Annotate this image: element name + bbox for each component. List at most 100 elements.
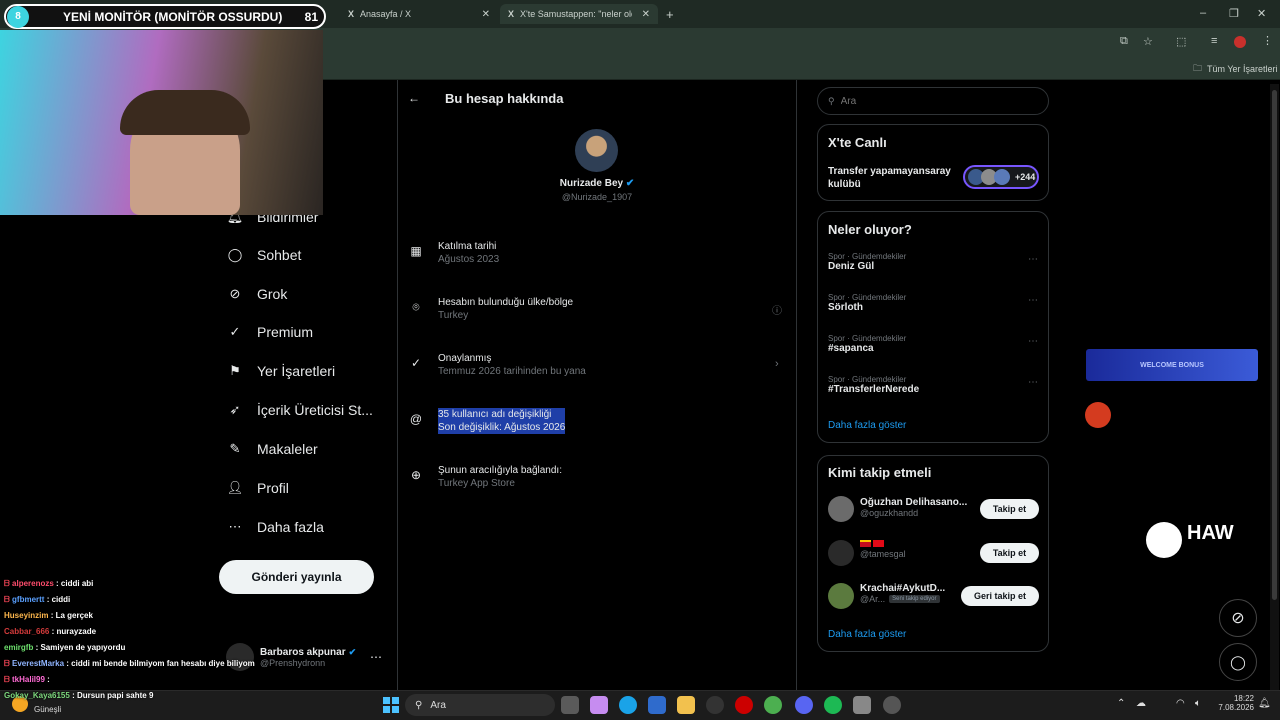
obs-icon[interactable] bbox=[883, 696, 901, 714]
avatar[interactable] bbox=[828, 496, 854, 522]
chat-bubble-icon: ◯ bbox=[227, 247, 243, 262]
notifications-icon[interactable]: 🔔︎ bbox=[1258, 698, 1271, 709]
more-options-icon[interactable]: ⋯ bbox=[1028, 336, 1038, 347]
back-arrow-icon[interactable]: ← bbox=[408, 91, 420, 105]
avatar[interactable] bbox=[828, 583, 854, 609]
reading-list-icon[interactable]: ≡ bbox=[1211, 35, 1217, 47]
search-input[interactable] bbox=[840, 95, 1021, 107]
trend-item[interactable]: Spor · Gündemdekiler #TransferlerNerede … bbox=[828, 375, 1038, 395]
messages-floating-button[interactable]: ◯ bbox=[1219, 643, 1257, 681]
nav-label: Sohbet bbox=[257, 247, 302, 263]
clock[interactable]: 18:22 7.08.2026 bbox=[1210, 694, 1254, 712]
search-icon: ⚲ bbox=[415, 699, 423, 711]
star-icon[interactable]: ☆ bbox=[1143, 35, 1153, 48]
profile-avatar[interactable] bbox=[575, 129, 618, 172]
mail-icon[interactable] bbox=[648, 696, 666, 714]
show-more-suggestions-link[interactable]: Daha fazla göster bbox=[828, 629, 906, 640]
nav-chat[interactable]: ◯ Sohbet bbox=[227, 241, 302, 269]
maximize-icon[interactable]: ❐ bbox=[1229, 7, 1239, 20]
follow-button[interactable]: Takip et bbox=[980, 543, 1039, 563]
x-logo-icon: X bbox=[348, 9, 355, 19]
spotify-icon[interactable] bbox=[824, 696, 842, 714]
extensions-icon[interactable]: ⬚ bbox=[1176, 35, 1186, 48]
more-options-icon[interactable]: ⋯ bbox=[1028, 254, 1038, 265]
chat-bubble-icon: ◯ bbox=[1230, 653, 1246, 670]
xbox-icon[interactable] bbox=[706, 696, 724, 714]
settings-icon[interactable] bbox=[853, 696, 871, 714]
nav-profile[interactable]: 👤︎ Profil bbox=[227, 474, 289, 502]
info-icon[interactable]: ⓘ bbox=[772, 302, 782, 317]
article-icon: ✎ bbox=[229, 441, 241, 456]
close-tab-icon[interactable]: ✕ bbox=[642, 9, 650, 20]
taskbar-search[interactable]: ⚲ Ara bbox=[405, 694, 555, 716]
chevron-right-icon: › bbox=[775, 358, 779, 370]
suggestion-name: Oğuzhan Delihasano... bbox=[860, 497, 968, 508]
task-view-icon[interactable] bbox=[561, 696, 579, 714]
onedrive-icon[interactable]: ☁ bbox=[1136, 698, 1146, 709]
volume-icon[interactable]: 🔈︎ bbox=[1195, 698, 1201, 709]
nav-more[interactable]: ⋯ Daha fazla bbox=[227, 513, 324, 541]
live-event-title[interactable]: Transfer yapamayansaray kulübü bbox=[828, 165, 958, 191]
minimize-icon[interactable]: – bbox=[1200, 7, 1206, 19]
new-tab-icon[interactable]: + bbox=[666, 7, 674, 22]
nav-articles[interactable]: ✎ Makaleler bbox=[227, 435, 318, 463]
close-window-icon[interactable]: ✕ bbox=[1257, 7, 1266, 20]
grok-floating-button[interactable]: ⊘ bbox=[1219, 599, 1257, 637]
chat-user: alperenozs bbox=[12, 579, 54, 588]
stream-count: 81 bbox=[304, 9, 318, 24]
trends-title: Neler oluyor? bbox=[828, 222, 912, 237]
scrollbar-thumb[interactable] bbox=[1272, 90, 1277, 600]
discord-icon[interactable] bbox=[795, 696, 813, 714]
tab-anasayfa[interactable]: X Anasayfa / X ✕ bbox=[340, 4, 498, 24]
page-title: Bu hesap hakkında bbox=[445, 91, 564, 106]
account-more-icon[interactable]: ⋯ bbox=[370, 650, 382, 664]
search-box[interactable]: ⚲ bbox=[817, 87, 1049, 115]
profile-avatar[interactable] bbox=[1234, 36, 1246, 48]
nav-bookmarks[interactable]: ⚑ Yer İşaretleri bbox=[227, 357, 335, 385]
flags-row bbox=[860, 540, 970, 547]
info-row-verified[interactable]: ✓ Onaylanmış Temmuz 2026 tarihinden bu ya… bbox=[408, 352, 798, 378]
suggestion-info[interactable]: Oğuzhan Delihasano... @oguzkhandd bbox=[860, 497, 970, 518]
streamer-logo-icon bbox=[1085, 402, 1111, 428]
live-listeners[interactable]: +244 bbox=[963, 165, 1039, 189]
chat-text: : Dursun papi sahte 9 bbox=[72, 691, 154, 700]
nav-creator-studio[interactable]: ➶ İçerik Üreticisi St... bbox=[227, 396, 373, 424]
chevron-up-icon[interactable]: ⌃ bbox=[1117, 698, 1125, 709]
file-explorer-icon[interactable] bbox=[677, 696, 695, 714]
menu-icon[interactable]: ⋮ bbox=[1262, 34, 1273, 47]
nav-grok[interactable]: ⊘ Grok bbox=[227, 280, 288, 308]
trend-item[interactable]: Spor · Gündemdekiler #sapanca ⋯ bbox=[828, 334, 1038, 354]
more-options-icon[interactable]: ⋯ bbox=[1028, 377, 1038, 388]
chat-text: : ciddi abi bbox=[56, 579, 94, 588]
scrollbar[interactable] bbox=[1270, 84, 1279, 690]
folder-icon: 🗀 bbox=[1193, 63, 1203, 73]
trend-item[interactable]: Spor · Gündemdekiler Sörloth ⋯ bbox=[828, 293, 1038, 313]
close-tab-icon[interactable]: ✕ bbox=[482, 9, 490, 20]
edge-icon[interactable] bbox=[619, 696, 637, 714]
taskbar-search-label: Ara bbox=[430, 699, 446, 711]
stream-title-bar: 8 YENİ MONİTÖR (MONİTÖR OSSURDU) 81 bbox=[4, 4, 326, 29]
chrome-icon[interactable] bbox=[764, 696, 782, 714]
cast-icon[interactable]: ⧉ bbox=[1120, 35, 1128, 48]
suggestion-info[interactable]: Krachai#AykutD... @Ar... Seni takip ediy… bbox=[860, 583, 960, 604]
nav-label: Yer İşaretleri bbox=[257, 363, 336, 379]
suggestion-info[interactable]: @tamesgal bbox=[860, 540, 970, 559]
tab-samustappen[interactable]: X X'te Samustappen: "neler oldu ! ✕ bbox=[500, 4, 658, 24]
copilot-icon[interactable] bbox=[590, 696, 608, 714]
wifi-icon[interactable]: ◠ bbox=[1176, 698, 1185, 709]
all-bookmarks-folder[interactable]: 🗀 Tüm Yer İşaretleri bbox=[1193, 61, 1278, 77]
follow-button[interactable]: Takip et bbox=[980, 499, 1039, 519]
show-more-trends-link[interactable]: Daha fazla göster bbox=[828, 420, 906, 431]
avatar[interactable] bbox=[828, 540, 854, 566]
trend-meta: Spor · Gündemdekiler bbox=[828, 375, 907, 384]
post-button[interactable]: Gönderi yayınla bbox=[219, 560, 374, 594]
trend-item[interactable]: Spor · Gündemdekiler Deniz Gül ⋯ bbox=[828, 252, 1038, 272]
nav-label: İçerik Üreticisi St... bbox=[257, 402, 373, 418]
follow-back-button[interactable]: Geri takip et bbox=[961, 586, 1039, 606]
bookmark-icon: ⚑ bbox=[229, 363, 241, 378]
more-options-icon[interactable]: ⋯ bbox=[1028, 295, 1038, 306]
nav-premium[interactable]: ✓ Premium bbox=[227, 318, 313, 346]
opera-icon[interactable] bbox=[735, 696, 753, 714]
windows-start-icon[interactable] bbox=[383, 697, 399, 713]
stream-title: YENİ MONİTÖR (MONİTÖR OSSURDU) bbox=[63, 9, 283, 24]
